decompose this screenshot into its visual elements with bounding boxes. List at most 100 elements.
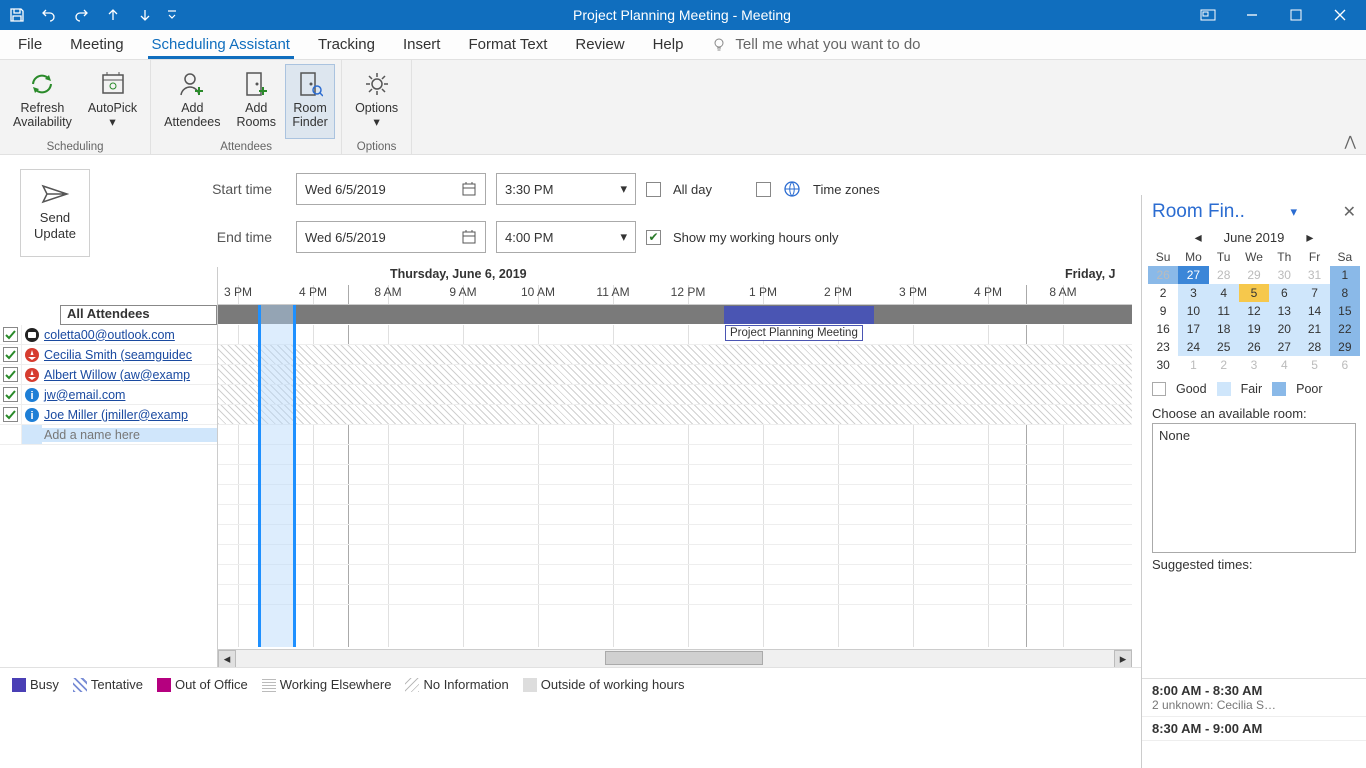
prev-item-icon[interactable]: [102, 4, 124, 26]
calendar-day[interactable]: 30: [1148, 356, 1178, 374]
calendar-day[interactable]: 5: [1239, 284, 1269, 302]
working-hours-checkbox[interactable]: ✔: [646, 230, 661, 245]
ribbon-display-icon[interactable]: [1186, 0, 1230, 30]
calendar-day[interactable]: 1: [1178, 356, 1208, 374]
maximize-icon[interactable]: [1274, 0, 1318, 30]
attendee-name[interactable]: jw@email.com: [42, 388, 217, 402]
calendar-day[interactable]: 3: [1178, 284, 1208, 302]
attendee-role-icon[interactable]: i: [22, 407, 42, 423]
tab-insert[interactable]: Insert: [399, 30, 445, 59]
minimize-icon[interactable]: [1230, 0, 1274, 30]
attendee-role-icon[interactable]: i: [22, 387, 42, 403]
calendar-day[interactable]: 9: [1148, 302, 1178, 320]
tab-format-text[interactable]: Format Text: [464, 30, 551, 59]
calendar-day[interactable]: 2: [1148, 284, 1178, 302]
collapse-ribbon-icon[interactable]: ⋀: [1345, 133, 1356, 150]
refresh-availability-button[interactable]: RefreshAvailability: [6, 64, 79, 139]
attendee-name[interactable]: coletta00@outlook.com: [42, 328, 217, 342]
options-button[interactable]: Options▾: [348, 64, 405, 139]
pane-dropdown-icon[interactable]: ▾: [1290, 204, 1297, 220]
attendee-check[interactable]: [0, 345, 22, 364]
calendar-day[interactable]: 28: [1299, 338, 1329, 356]
attendee-name[interactable]: Cecilia Smith (seamguidec: [42, 348, 217, 362]
calendar-day[interactable]: 6: [1269, 284, 1299, 302]
attendee-check[interactable]: [0, 325, 22, 344]
tab-help[interactable]: Help: [649, 30, 688, 59]
calendar-day[interactable]: 31: [1299, 266, 1329, 284]
horizontal-scrollbar[interactable]: ◂ ▸: [218, 649, 1132, 667]
prev-month-icon[interactable]: ◂: [1185, 229, 1212, 246]
undo-icon[interactable]: [38, 4, 60, 26]
calendar-day[interactable]: 26: [1239, 338, 1269, 356]
calendar-day[interactable]: 29: [1239, 266, 1269, 284]
tab-meeting[interactable]: Meeting: [66, 30, 127, 59]
tab-scheduling-assistant[interactable]: Scheduling Assistant: [148, 30, 294, 59]
calendar-day[interactable]: 14: [1299, 302, 1329, 320]
calendar-day[interactable]: 24: [1178, 338, 1208, 356]
attendee-row[interactable]: i Joe Miller (jmiller@examp: [0, 405, 217, 425]
attendee-role-icon[interactable]: [22, 327, 42, 343]
calendar-day[interactable]: 10: [1178, 302, 1208, 320]
tab-file[interactable]: File: [14, 30, 46, 59]
send-update-button[interactable]: SendUpdate: [20, 169, 90, 257]
calendar-day[interactable]: 12: [1239, 302, 1269, 320]
calendar-day[interactable]: 6: [1330, 356, 1360, 374]
all-attendees-header[interactable]: All Attendees: [60, 305, 217, 325]
room-list[interactable]: None: [1152, 423, 1356, 553]
calendar-day[interactable]: 26: [1148, 266, 1178, 284]
attendee-row[interactable]: Cecilia Smith (seamguidec: [0, 345, 217, 365]
add-rooms-button[interactable]: AddRooms: [229, 64, 283, 139]
add-attendee-row[interactable]: Add a name here: [0, 425, 217, 445]
add-attendees-button[interactable]: AddAttendees: [157, 64, 227, 139]
suggested-time[interactable]: 8:30 AM - 9:00 AM: [1142, 717, 1366, 741]
next-month-icon[interactable]: ▸: [1296, 229, 1323, 246]
calendar-day[interactable]: 17: [1178, 320, 1208, 338]
redo-icon[interactable]: [70, 4, 92, 26]
time-zones-checkbox[interactable]: [756, 182, 771, 197]
start-date-input[interactable]: Wed 6/5/2019: [296, 173, 486, 205]
attendee-check[interactable]: [0, 405, 22, 424]
attendee-check[interactable]: [0, 365, 22, 384]
attendee-role-icon[interactable]: [22, 347, 42, 363]
calendar-day[interactable]: 27: [1269, 338, 1299, 356]
calendar-day[interactable]: 23: [1148, 338, 1178, 356]
calendar-day[interactable]: 15: [1330, 302, 1360, 320]
end-time-input[interactable]: 4:00 PM ▾: [496, 221, 636, 253]
attendee-check[interactable]: [0, 385, 22, 404]
autopick-button[interactable]: AutoPick▾: [81, 64, 144, 139]
next-item-icon[interactable]: [134, 4, 156, 26]
attendee-name[interactable]: Joe Miller (jmiller@examp: [42, 408, 217, 422]
tell-me[interactable]: Tell me what you want to do: [707, 30, 924, 59]
calendar-day[interactable]: 11: [1209, 302, 1239, 320]
calendar-day[interactable]: 30: [1269, 266, 1299, 284]
end-date-input[interactable]: Wed 6/5/2019: [296, 221, 486, 253]
close-icon[interactable]: [1318, 0, 1362, 30]
calendar-day[interactable]: 29: [1330, 338, 1360, 356]
suggested-time[interactable]: 8:00 AM - 8:30 AM2 unknown: Cecilia S…: [1142, 679, 1366, 717]
scroll-right-icon[interactable]: ▸: [1114, 650, 1132, 668]
calendar-day[interactable]: 7: [1299, 284, 1329, 302]
attendee-row[interactable]: coletta00@outlook.com: [0, 325, 217, 345]
calendar-day[interactable]: 4: [1269, 356, 1299, 374]
start-time-input[interactable]: 3:30 PM ▾: [496, 173, 636, 205]
attendee-role-icon[interactable]: [22, 367, 42, 383]
calendar-day[interactable]: 16: [1148, 320, 1178, 338]
calendar-day[interactable]: 25: [1209, 338, 1239, 356]
tab-tracking[interactable]: Tracking: [314, 30, 379, 59]
calendar-day[interactable]: 8: [1330, 284, 1360, 302]
calendar-day[interactable]: 19: [1239, 320, 1269, 338]
calendar-day[interactable]: 18: [1209, 320, 1239, 338]
save-icon[interactable]: [6, 4, 28, 26]
calendar-day[interactable]: 20: [1269, 320, 1299, 338]
suggested-times-list[interactable]: 8:00 AM - 8:30 AM2 unknown: Cecilia S…8:…: [1142, 678, 1366, 768]
tab-review[interactable]: Review: [571, 30, 628, 59]
calendar-day[interactable]: 21: [1299, 320, 1329, 338]
calendar-day[interactable]: 13: [1269, 302, 1299, 320]
calendar-day[interactable]: 5: [1299, 356, 1329, 374]
mini-calendar[interactable]: SuMoTuWeThFrSa26272829303112345678910111…: [1142, 248, 1366, 378]
calendar-day[interactable]: 4: [1209, 284, 1239, 302]
scroll-thumb[interactable]: [605, 651, 763, 665]
scroll-left-icon[interactable]: ◂: [218, 650, 236, 668]
calendar-day[interactable]: 22: [1330, 320, 1360, 338]
calendar-day[interactable]: 2: [1209, 356, 1239, 374]
